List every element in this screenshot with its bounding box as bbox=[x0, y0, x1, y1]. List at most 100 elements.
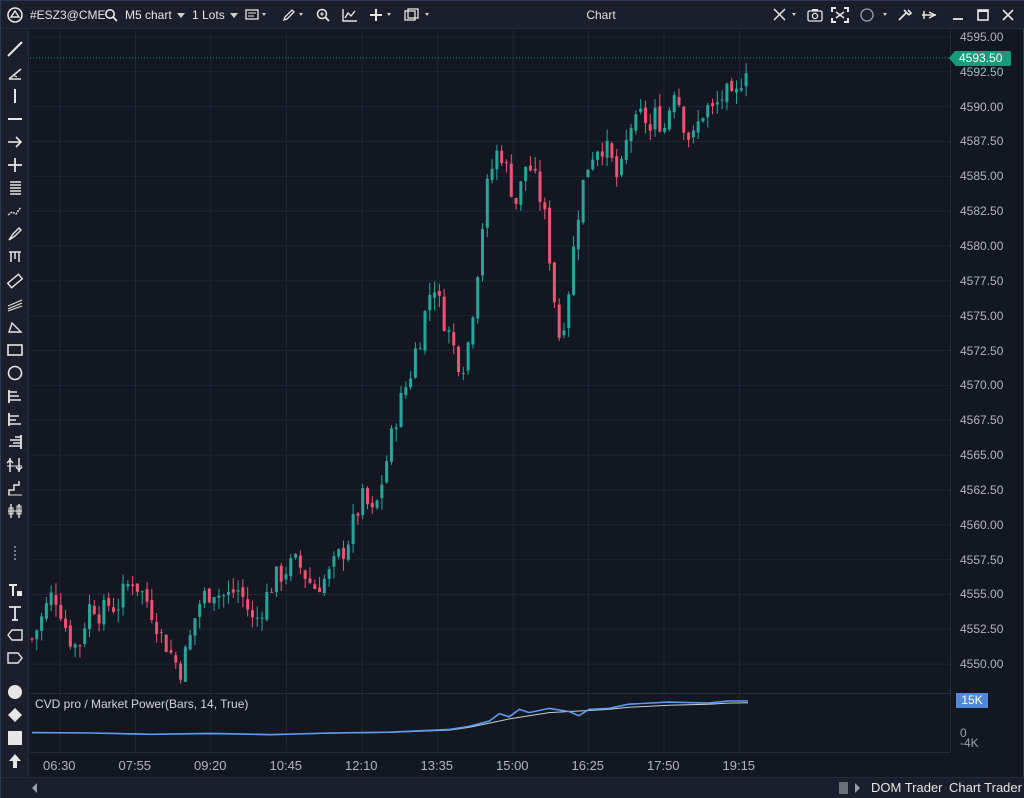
layout-icon[interactable] bbox=[404, 1, 434, 29]
candle-body bbox=[461, 372, 465, 374]
ruler-icon[interactable] bbox=[5, 272, 25, 290]
triangle-icon[interactable] bbox=[5, 318, 25, 336]
candle-body bbox=[351, 514, 355, 544]
candle-body bbox=[667, 110, 671, 130]
candle-body bbox=[433, 292, 437, 298]
candle-body bbox=[605, 140, 609, 158]
candle-body bbox=[524, 166, 528, 182]
link-icon[interactable] bbox=[859, 1, 893, 29]
ray-icon[interactable] bbox=[5, 64, 25, 82]
price-tick-label: 4565.00 bbox=[960, 448, 1004, 463]
brush-icon[interactable] bbox=[5, 225, 25, 243]
candle-body bbox=[226, 591, 230, 596]
candle-body bbox=[548, 207, 552, 264]
candle-body bbox=[342, 547, 346, 559]
candle-body bbox=[327, 569, 331, 579]
ellipse-icon[interactable] bbox=[5, 364, 25, 382]
candle-body bbox=[203, 590, 207, 604]
app-logo-icon[interactable] bbox=[7, 1, 23, 29]
lots-dropdown[interactable]: 1 Lots bbox=[192, 1, 238, 29]
candle-body bbox=[500, 150, 504, 164]
horizontal-line-icon[interactable] bbox=[5, 110, 25, 128]
candle-body bbox=[193, 618, 197, 636]
crosshair-icon[interactable] bbox=[773, 1, 801, 29]
vertical-line-icon[interactable] bbox=[5, 87, 25, 105]
price-tick-label: 4567.50 bbox=[960, 413, 1004, 428]
candle-body bbox=[179, 663, 183, 680]
candle-body bbox=[30, 638, 34, 640]
add-icon[interactable] bbox=[369, 1, 397, 29]
text-icon[interactable] bbox=[5, 604, 25, 622]
scroll-left-icon[interactable] bbox=[31, 782, 39, 797]
volume-profile-icon[interactable] bbox=[5, 433, 25, 451]
polyline-icon[interactable] bbox=[5, 202, 25, 220]
cvd-indicator-pane[interactable]: CVD pro / Market Power(Bars, 14, True) bbox=[30, 693, 950, 751]
tag-icon[interactable] bbox=[5, 649, 25, 667]
indicators-icon[interactable] bbox=[342, 1, 358, 29]
dom-trader-button[interactable]: DOM Trader bbox=[871, 780, 943, 795]
zoom-icon[interactable] bbox=[316, 1, 332, 29]
fib-extension-icon[interactable] bbox=[5, 410, 25, 428]
time-axis[interactable]: 06:30 07:55 09:20 10:45 12:10 13:35 15:00 16:25… bbox=[30, 752, 950, 777]
candle-body bbox=[308, 578, 312, 583]
square-marker-icon[interactable] bbox=[5, 729, 25, 747]
pitchfork-icon[interactable] bbox=[5, 248, 25, 266]
timeframe-dropdown[interactable]: M5 chart bbox=[125, 1, 185, 29]
diamond-marker-icon[interactable] bbox=[5, 706, 25, 724]
price-axis[interactable]: 4595.00 4592.50 4590.00 4587.50 4585.00 4582.… bbox=[949, 30, 1023, 752]
chart-trader-button[interactable]: Chart Trader bbox=[949, 780, 1022, 795]
candle-body bbox=[418, 348, 422, 350]
text-lock-icon[interactable] bbox=[5, 581, 25, 599]
candle-body bbox=[97, 614, 101, 624]
price-tick-label: 4557.50 bbox=[960, 552, 1004, 567]
rectangle-icon[interactable] bbox=[5, 341, 25, 359]
fullscreen-icon[interactable] bbox=[831, 1, 849, 29]
candle-body bbox=[64, 618, 68, 629]
candle-body bbox=[552, 262, 556, 303]
settings-icon[interactable] bbox=[897, 1, 913, 29]
symbol-selector[interactable]: #ESZ3@CME bbox=[30, 1, 106, 29]
search-icon[interactable] bbox=[104, 1, 118, 29]
candle-body bbox=[68, 625, 72, 647]
fib-channel-icon[interactable] bbox=[5, 295, 25, 313]
footprint-icon[interactable] bbox=[5, 456, 25, 474]
pencil-icon[interactable] bbox=[282, 1, 306, 29]
candle-body bbox=[183, 647, 187, 682]
candle-body bbox=[169, 650, 173, 653]
cluster-icon[interactable] bbox=[5, 502, 25, 520]
price-tick-label: 4570.00 bbox=[960, 378, 1004, 393]
scrollbar-thumb[interactable] bbox=[839, 782, 848, 794]
close-icon[interactable] bbox=[1002, 1, 1014, 29]
price-tick-label: 4577.50 bbox=[960, 273, 1004, 288]
candle-body bbox=[653, 107, 657, 130]
toolbar-grip-icon[interactable] bbox=[5, 545, 25, 563]
price-tick-label: 4562.50 bbox=[960, 482, 1004, 497]
candle-body bbox=[413, 348, 417, 378]
candle-body bbox=[370, 502, 374, 508]
arrow-up-marker-icon[interactable] bbox=[5, 752, 25, 770]
camera-icon[interactable] bbox=[807, 1, 823, 29]
minimize-icon[interactable] bbox=[952, 1, 964, 29]
fib-retracement-icon[interactable] bbox=[5, 387, 25, 405]
parallel-lines-icon[interactable] bbox=[5, 179, 25, 197]
candle-body bbox=[303, 570, 307, 579]
candle-body bbox=[471, 317, 475, 345]
arrow-icon[interactable] bbox=[5, 133, 25, 151]
price-chart[interactable] bbox=[30, 30, 950, 692]
cross-line-icon[interactable] bbox=[5, 156, 25, 174]
chevron-down-icon bbox=[176, 12, 185, 18]
scroll-right-icon[interactable] bbox=[853, 782, 861, 797]
pin-icon[interactable] bbox=[921, 1, 937, 29]
price-label-icon[interactable] bbox=[5, 626, 25, 644]
price-tick-label: 4560.00 bbox=[960, 517, 1004, 532]
chart-window: #ESZ3@CME M5 chart 1 Lots Chart CVD pro … bbox=[0, 0, 1024, 798]
horizontal-scrollbar[interactable] bbox=[41, 784, 831, 792]
chart-type-icon[interactable] bbox=[245, 1, 269, 29]
maximize-icon[interactable] bbox=[977, 1, 989, 29]
trend-line-icon[interactable] bbox=[5, 40, 25, 58]
step-line-icon[interactable] bbox=[5, 479, 25, 497]
circle-marker-icon[interactable] bbox=[5, 683, 25, 701]
candle-body bbox=[495, 150, 499, 170]
price-tick-label: 4575.00 bbox=[960, 308, 1004, 323]
candle-body bbox=[519, 181, 523, 205]
